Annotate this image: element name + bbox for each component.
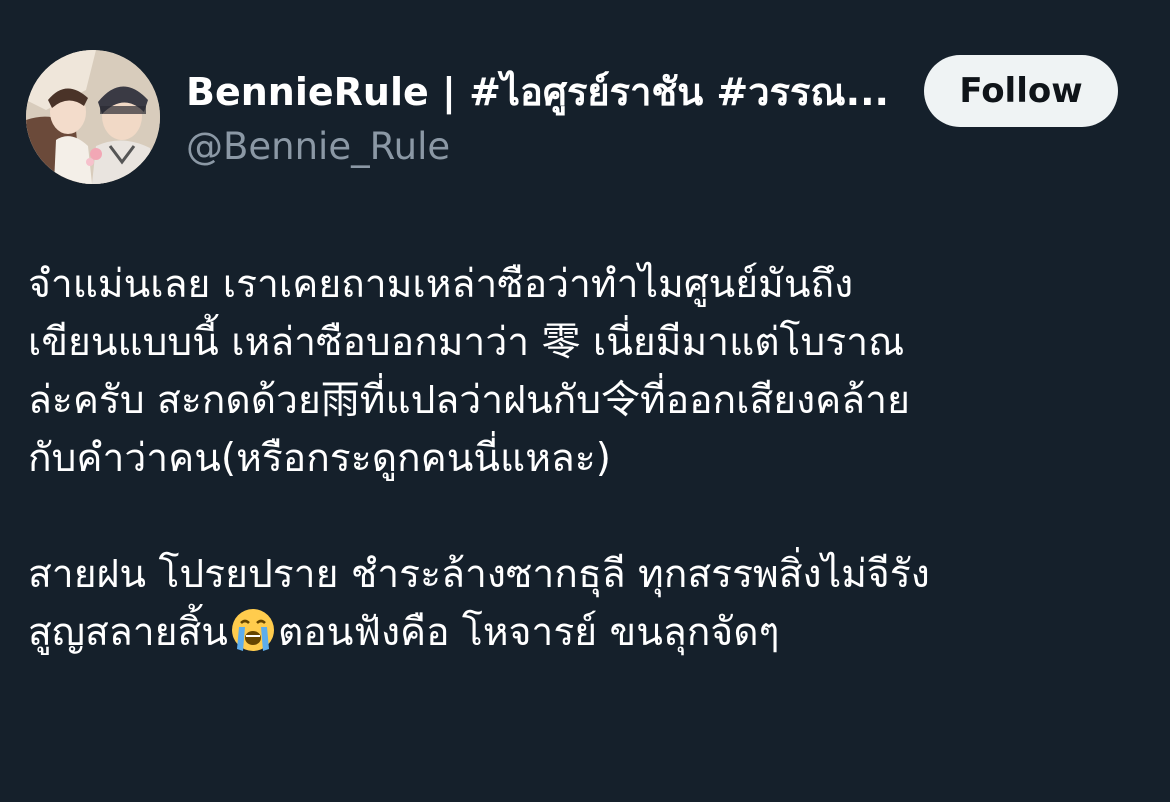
tweet-line: ล่ะครับ สะกดด้วย雨ที่แปลว่าฝนกับ令ที่ออกเส… <box>28 378 910 423</box>
avatar[interactable] <box>26 50 160 184</box>
tweet-line: สายฝน โปรยปราย ชำระล้างซากธุลี ทุกสรรพสิ… <box>28 552 930 597</box>
loudly-crying-face-icon <box>231 609 274 651</box>
tweet-header: BennieRule | #ไอศูรย์ราชัน #วรรณ... @Ben… <box>26 50 1146 186</box>
tweet-text-segment: สูญสลายสิ้น <box>28 610 228 655</box>
follow-button[interactable]: Follow <box>924 55 1118 127</box>
anime-avatar-icon <box>26 50 160 184</box>
tweet-text-segment: ตอนฟังคือ โหจารย์ ขนลุกจัดๆ <box>277 610 780 655</box>
tweet-text: จำแม่นเลย เราเคยถามเหล่าซือว่าทำไมศูนย์ม… <box>28 256 1148 662</box>
display-name[interactable]: BennieRule | #ไอศูรย์ราชัน #วรรณ... <box>186 68 906 116</box>
user-handle[interactable]: @Bennie_Rule <box>186 124 906 170</box>
author-names: BennieRule | #ไอศูรย์ราชัน #วรรณ... @Ben… <box>186 68 906 170</box>
tweet-line: สูญสลายสิ้น ตอนฟังคือ โหจารย์ ขนลุกจัดๆ <box>28 604 1148 662</box>
tweet-line: จำแม่นเลย เราเคยถามเหล่าซือว่าทำไมศูนย์ม… <box>28 262 854 307</box>
tweet-line: เขียนแบบนี้ เหล่าซือบอกมาว่า 零 เนี่ยมีมา… <box>28 320 905 365</box>
tweet-paragraph-2: สายฝน โปรยปราย ชำระล้างซากธุลี ทุกสรรพสิ… <box>28 546 1148 662</box>
tweet-paragraph-1: จำแม่นเลย เราเคยถามเหล่าซือว่าทำไมศูนย์ม… <box>28 256 1148 488</box>
tweet-line: กับคำว่าคน(หรือกระดูกคนนี่แหละ) <box>28 436 611 481</box>
